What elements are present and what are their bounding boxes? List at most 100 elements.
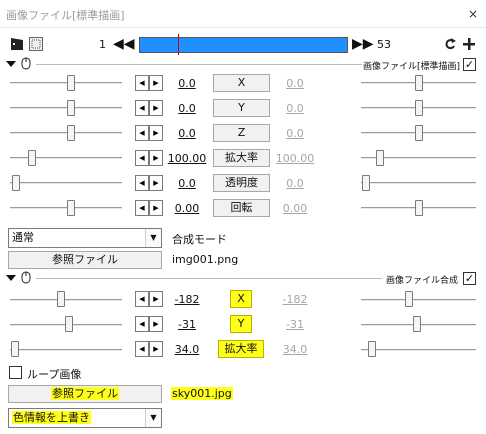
increment-button[interactable]: ▶ <box>149 341 163 357</box>
param-button[interactable]: X <box>230 290 252 308</box>
end-value[interactable]: -182 <box>271 293 319 306</box>
param-button[interactable]: X <box>213 74 270 92</box>
mouse-icon <box>21 57 31 70</box>
section2-enable-checkbox[interactable]: ✓ <box>463 272 476 285</box>
param-button[interactable]: Z <box>213 124 270 142</box>
left-slider-thumb[interactable] <box>57 291 65 307</box>
start-value[interactable]: 0.0 <box>163 102 211 115</box>
blend-mode-label: 合成モード <box>172 233 227 246</box>
left-slider-track[interactable] <box>10 82 122 84</box>
left-slider-thumb[interactable] <box>67 75 75 91</box>
start-value[interactable]: 100.00 <box>163 152 211 165</box>
left-slider-track[interactable] <box>10 182 122 184</box>
right-slider-thumb[interactable] <box>415 125 423 141</box>
right-slider-thumb[interactable] <box>415 75 423 91</box>
prev-frame-button[interactable]: ◀◀ <box>113 36 135 52</box>
left-slider-thumb[interactable] <box>67 200 75 216</box>
right-slider-thumb[interactable] <box>405 291 413 307</box>
left-slider-thumb[interactable] <box>67 100 75 116</box>
file-name: sky001.jpg <box>171 387 233 400</box>
left-slider-thumb[interactable] <box>11 341 19 357</box>
section-divider <box>36 278 382 279</box>
add-icon[interactable] <box>462 37 476 51</box>
left-slider-thumb[interactable] <box>65 316 73 332</box>
increment-button[interactable]: ▶ <box>149 100 163 116</box>
collapse-icon[interactable] <box>6 59 16 69</box>
section1-title: 画像ファイル[標準描画] <box>363 62 461 72</box>
blend-mode-select[interactable]: 通常 ▼ <box>8 228 162 248</box>
refresh-icon[interactable] <box>443 37 457 51</box>
browse-file-button[interactable]: 参照ファイル <box>8 251 162 269</box>
start-value[interactable]: 0.00 <box>163 202 211 215</box>
increment-button[interactable]: ▶ <box>149 75 163 91</box>
camera-icon[interactable] <box>29 37 43 51</box>
left-slider-thumb[interactable] <box>67 125 75 141</box>
right-slider-thumb[interactable] <box>368 341 376 357</box>
param-button[interactable]: 拡大率 <box>218 340 264 358</box>
browse-file-button[interactable]: 参照ファイル <box>8 385 162 403</box>
right-slider-thumb[interactable] <box>413 316 421 332</box>
right-slider-track[interactable] <box>361 299 476 301</box>
end-value[interactable]: 34.0 <box>271 343 319 356</box>
decrement-button[interactable]: ◀ <box>135 125 149 141</box>
decrement-button[interactable]: ◀ <box>135 150 149 166</box>
start-value[interactable]: -182 <box>163 293 211 306</box>
left-slider-track[interactable] <box>10 349 122 351</box>
increment-button[interactable]: ▶ <box>149 125 163 141</box>
increment-button[interactable]: ▶ <box>149 291 163 307</box>
param-button[interactable]: 透明度 <box>213 174 270 192</box>
left-slider-track[interactable] <box>10 299 122 301</box>
left-slider-thumb[interactable] <box>28 150 36 166</box>
decrement-button[interactable]: ◀ <box>135 75 149 91</box>
left-slider-track[interactable] <box>10 207 122 209</box>
section2-title: 画像ファイル合成 <box>386 276 459 286</box>
right-slider-track[interactable] <box>361 349 476 351</box>
collapse-icon[interactable] <box>6 273 16 283</box>
start-value[interactable]: 0.0 <box>163 177 211 190</box>
left-slider-thumb[interactable] <box>12 175 20 191</box>
increment-button[interactable]: ▶ <box>149 175 163 191</box>
right-slider-thumb[interactable] <box>376 150 384 166</box>
decrement-button[interactable]: ◀ <box>135 100 149 116</box>
increment-button[interactable]: ▶ <box>149 150 163 166</box>
composite-mode-select[interactable]: 色情報を上書き ▼ <box>8 408 162 428</box>
param-button[interactable]: 拡大率 <box>213 149 270 167</box>
right-slider-thumb[interactable] <box>415 200 423 216</box>
decrement-button[interactable]: ◀ <box>135 291 149 307</box>
browse-file-label: 参照ファイル <box>51 387 119 400</box>
section1-enable-checkbox[interactable]: ✓ <box>463 58 476 71</box>
increment-button[interactable]: ▶ <box>149 316 163 332</box>
seek-marker[interactable] <box>178 34 179 55</box>
start-value[interactable]: 0.0 <box>163 77 211 90</box>
clapper-icon[interactable] <box>10 37 24 51</box>
next-frame-button[interactable]: ▶▶ <box>352 36 374 52</box>
param-button[interactable]: Y <box>213 99 270 117</box>
right-slider-track[interactable] <box>361 182 476 184</box>
start-value[interactable]: 34.0 <box>163 343 211 356</box>
param-button[interactable]: 回転 <box>213 199 270 217</box>
end-value[interactable]: -31 <box>271 318 319 331</box>
end-value[interactable]: 0.00 <box>271 202 319 215</box>
start-value[interactable]: -31 <box>163 318 211 331</box>
seek-bar[interactable] <box>139 37 348 53</box>
end-value[interactable]: 0.0 <box>271 102 319 115</box>
start-value[interactable]: 0.0 <box>163 127 211 140</box>
decrement-button[interactable]: ◀ <box>135 175 149 191</box>
left-slider-track[interactable] <box>10 132 122 134</box>
increment-button[interactable]: ▶ <box>149 200 163 216</box>
end-value[interactable]: 100.00 <box>271 152 319 165</box>
decrement-button[interactable]: ◀ <box>135 200 149 216</box>
close-icon[interactable]: × <box>466 7 480 21</box>
file-name: img001.png <box>172 253 239 266</box>
decrement-button[interactable]: ◀ <box>135 341 149 357</box>
left-slider-track[interactable] <box>10 107 122 109</box>
left-slider-track[interactable] <box>10 157 122 159</box>
param-button[interactable]: Y <box>230 315 252 333</box>
right-slider-thumb[interactable] <box>362 175 370 191</box>
right-slider-thumb[interactable] <box>415 100 423 116</box>
decrement-button[interactable]: ◀ <box>135 316 149 332</box>
loop-checkbox[interactable] <box>9 366 22 379</box>
end-value[interactable]: 0.0 <box>271 77 319 90</box>
end-value[interactable]: 0.0 <box>271 177 319 190</box>
end-value[interactable]: 0.0 <box>271 127 319 140</box>
